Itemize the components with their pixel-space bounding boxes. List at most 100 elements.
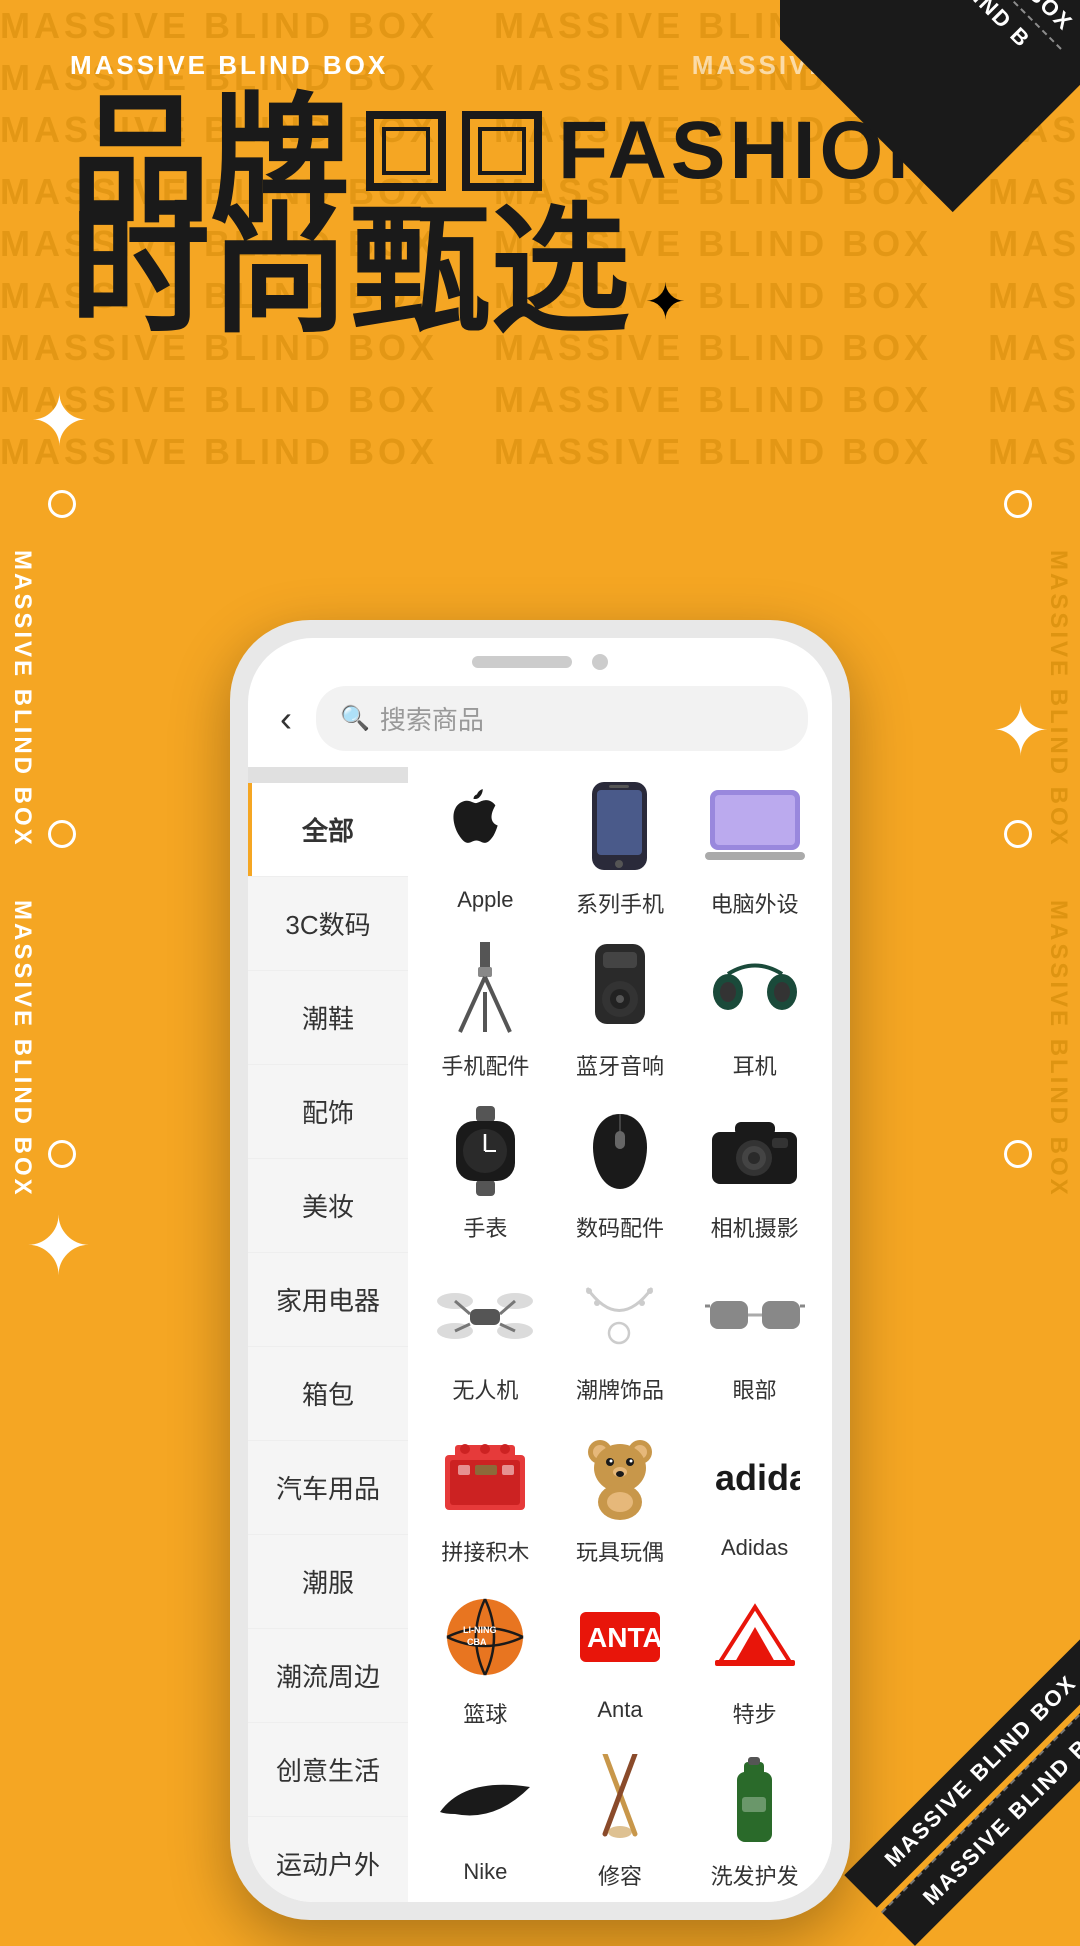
nike-icon	[430, 1749, 540, 1849]
sidebar-item-3c[interactable]: 3C数码	[248, 877, 408, 971]
corner-banner-tr: MASSIVE BLIND BOX MASSIVE BLIND B	[780, 0, 1080, 300]
glasses-svg-icon	[705, 1286, 805, 1341]
toy-label: 玩具玩偶	[576, 1535, 664, 1567]
digital-acc-label: 数码配件	[576, 1211, 664, 1243]
sidebar-item-sports[interactable]: 运动户外	[248, 1817, 408, 1902]
circle-deco-left-1	[48, 490, 76, 518]
tripod-icon	[430, 939, 540, 1039]
product-row-2: 手机配件	[418, 939, 822, 1081]
product-phone-accessories[interactable]: 手机配件	[420, 939, 550, 1081]
phone-series-label: 系列手机	[576, 887, 664, 919]
product-shampoo[interactable]: 洗发护发	[690, 1749, 820, 1891]
sparkle-left-top: ✦	[30, 380, 89, 462]
lego-label: 拼接积木	[441, 1535, 529, 1567]
product-earphones[interactable]: 耳机	[690, 939, 820, 1081]
sidebar-item-creative[interactable]: 创意生活	[248, 1723, 408, 1817]
product-row-3: 手表 数码配件	[418, 1101, 822, 1243]
side-text-left-2: MASSIVE BLIND BOX	[8, 900, 36, 1198]
top-text-left: MASSIVE BLIND BOX	[70, 50, 388, 81]
product-digital-acc[interactable]: 数码配件	[555, 1101, 685, 1243]
necklace-icon	[565, 1263, 675, 1363]
search-bar-area: ‹ 🔍 搜索商品	[248, 678, 832, 767]
makeup-brush-svg-icon	[580, 1754, 660, 1844]
back-button[interactable]: ‹	[272, 694, 300, 744]
sidebar-item-car[interactable]: 汽车用品	[248, 1441, 408, 1535]
nike-label: Nike	[463, 1859, 507, 1885]
phone-camera	[592, 654, 608, 670]
shampoo-icon	[700, 1749, 810, 1849]
earphones-icon	[700, 939, 810, 1039]
search-placeholder-text: 搜索商品	[380, 700, 484, 737]
sparkle-left-mid: ✦	[25, 1200, 92, 1293]
sparkle-right-top: ✦	[991, 690, 1050, 772]
product-row-4: 无人机	[418, 1263, 822, 1405]
bottom-right-banners: MASSIVE BLIND BOX MASSIVE BLIND B	[844, 1635, 1080, 1946]
product-xtep[interactable]: 特步	[690, 1587, 820, 1729]
shampoo-label: 洗发护发	[711, 1859, 799, 1891]
sidebar-item-bags[interactable]: 箱包	[248, 1347, 408, 1441]
speaker-svg-icon	[585, 944, 655, 1034]
sidebar-item-fashion[interactable]: 潮服	[248, 1535, 408, 1629]
necklace-svg-icon	[577, 1273, 662, 1353]
search-input[interactable]: 🔍 搜索商品	[316, 686, 808, 751]
basketball-svg-icon: LI-NING CBA	[443, 1595, 528, 1680]
circle-deco-right-3	[1004, 1140, 1032, 1168]
lego-icon	[430, 1425, 540, 1525]
anta-label: Anta	[597, 1697, 642, 1723]
watch-icon	[430, 1101, 540, 1201]
product-adidas[interactable]: adidas Adidas	[690, 1425, 820, 1567]
sidebar-top-bar	[248, 767, 408, 783]
sidebar-item-accessories[interactable]: 配饰	[248, 1065, 408, 1159]
phone-mockup: ‹ 🔍 搜索商品 全部 3C数码 潮鞋 配饰 美妆 家用电器 箱包	[230, 620, 850, 1920]
product-computer[interactable]: 电脑外设	[690, 777, 820, 919]
speaker-icon	[565, 939, 675, 1039]
product-makeup[interactable]: 修容	[555, 1749, 685, 1891]
product-row-7: Nike 修容	[418, 1749, 822, 1891]
sidebar-item-all[interactable]: 全部	[248, 783, 408, 877]
product-glasses[interactable]: 眼部	[690, 1263, 820, 1405]
apple-icon-container	[430, 777, 540, 877]
camera-icon	[700, 1101, 810, 1201]
product-nike[interactable]: Nike	[420, 1749, 550, 1891]
product-watch[interactable]: 手表	[420, 1101, 550, 1243]
laptop-svg-icon	[705, 790, 805, 865]
earphones-svg-icon	[710, 952, 800, 1027]
product-lego[interactable]: 拼接积木	[420, 1425, 550, 1567]
earphones-label: 耳机	[733, 1049, 777, 1081]
xtep-icon	[700, 1587, 810, 1687]
adidas-icon: adidas	[700, 1425, 810, 1525]
product-speaker[interactable]: 蓝牙音响	[555, 939, 685, 1081]
makeup-brush-icon	[565, 1749, 675, 1849]
mouse-svg-icon	[585, 1109, 655, 1194]
product-camera[interactable]: 相机摄影	[690, 1101, 820, 1243]
phone-accessories-label: 手机配件	[441, 1049, 529, 1081]
product-row-6: LI-NING CBA 篮球 ANTA	[418, 1587, 822, 1729]
side-text-right: MASSIVE BLIND BOX	[1044, 550, 1072, 848]
product-toy[interactable]: 玩具玩偶	[555, 1425, 685, 1567]
smartphone-icon	[587, 782, 652, 872]
lego-svg-icon	[440, 1435, 530, 1515]
adidas-label: Adidas	[721, 1535, 788, 1561]
search-icon: 🔍	[340, 704, 370, 733]
glasses-icon	[700, 1263, 810, 1363]
product-basketball[interactable]: LI-NING CBA 篮球	[420, 1587, 550, 1729]
sidebar-item-beauty[interactable]: 美妆	[248, 1159, 408, 1253]
xtep-logo-icon	[710, 1602, 800, 1672]
phone-notch	[248, 638, 832, 678]
product-row-5: 拼接积木	[418, 1425, 822, 1567]
sidebar-item-appliances[interactable]: 家用电器	[248, 1253, 408, 1347]
nike-logo-icon	[435, 1772, 535, 1827]
qr-deco-2	[462, 111, 542, 191]
product-anta[interactable]: ANTA Anta	[555, 1587, 685, 1729]
svg-text:adidas: adidas	[715, 1457, 800, 1498]
basketball-label: 篮球	[463, 1697, 507, 1729]
shampoo-svg-icon	[722, 1752, 787, 1847]
product-drone[interactable]: 无人机	[420, 1263, 550, 1405]
sidebar-item-shoes[interactable]: 潮鞋	[248, 971, 408, 1065]
glasses-label: 眼部	[733, 1373, 777, 1405]
makeup-label: 修容	[598, 1859, 642, 1891]
product-apple[interactable]: Apple	[420, 777, 550, 919]
product-jewelry[interactable]: 潮牌饰品	[555, 1263, 685, 1405]
product-phone-series[interactable]: 系列手机	[555, 777, 685, 919]
sidebar-item-trend[interactable]: 潮流周边	[248, 1629, 408, 1723]
